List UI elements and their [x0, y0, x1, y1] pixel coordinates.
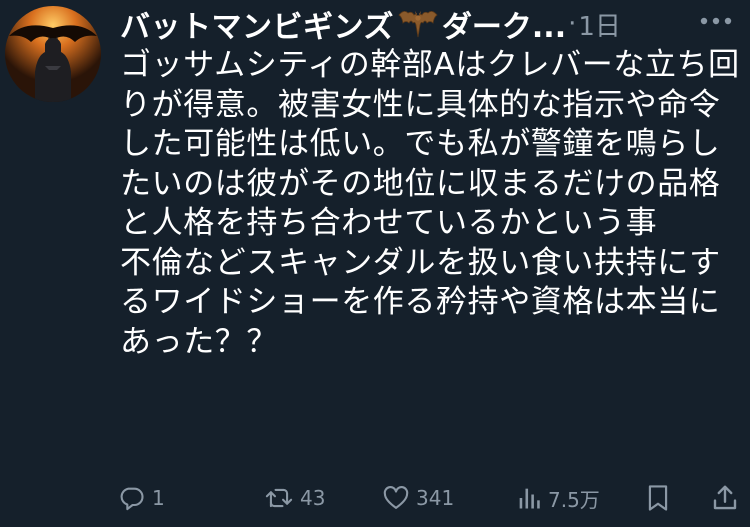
tweet[interactable]: バットマンビギンズ ダーク... · 1日 ゴッサムシティの幹部Aはクレバーな立…	[0, 0, 750, 527]
views-button[interactable]: 7.5万	[516, 484, 600, 513]
display-name-suffix[interactable]: ダーク...	[442, 2, 566, 46]
bookmark-icon	[648, 485, 668, 511]
views-count: 7.5万	[548, 487, 600, 512]
batman-avatar-icon	[5, 6, 101, 102]
timestamp[interactable]: 1日	[578, 6, 621, 43]
more-icon	[700, 17, 732, 25]
bookmark-button[interactable]	[644, 483, 672, 513]
reply-button[interactable]: 1	[118, 484, 165, 512]
like-button[interactable]: 341	[382, 484, 454, 512]
retweet-icon	[265, 488, 293, 508]
views-icon	[519, 488, 540, 509]
heart-icon	[383, 486, 409, 509]
bat-emoji-icon	[398, 7, 438, 41]
more-options-button[interactable]	[698, 6, 734, 36]
reply-icon	[120, 487, 144, 511]
retweet-button[interactable]: 43	[264, 484, 325, 512]
avatar[interactable]	[5, 6, 101, 102]
action-bar: 1 43 341 7.5万	[118, 478, 744, 518]
display-name[interactable]: バットマンビギンズ	[120, 2, 394, 46]
reply-count: 1	[152, 486, 165, 510]
like-count: 341	[416, 486, 455, 510]
separator-dot: ·	[568, 9, 577, 39]
tweet-header: バットマンビギンズ ダーク... · 1日	[120, 2, 745, 46]
share-button[interactable]	[710, 483, 740, 513]
tweet-text: ゴッサムシティの幹部Aはクレバーな立ち回りが得意。被害女性に具体的な指示や命令し…	[120, 47, 740, 360]
share-icon	[713, 485, 737, 510]
retweet-count: 43	[300, 486, 326, 510]
